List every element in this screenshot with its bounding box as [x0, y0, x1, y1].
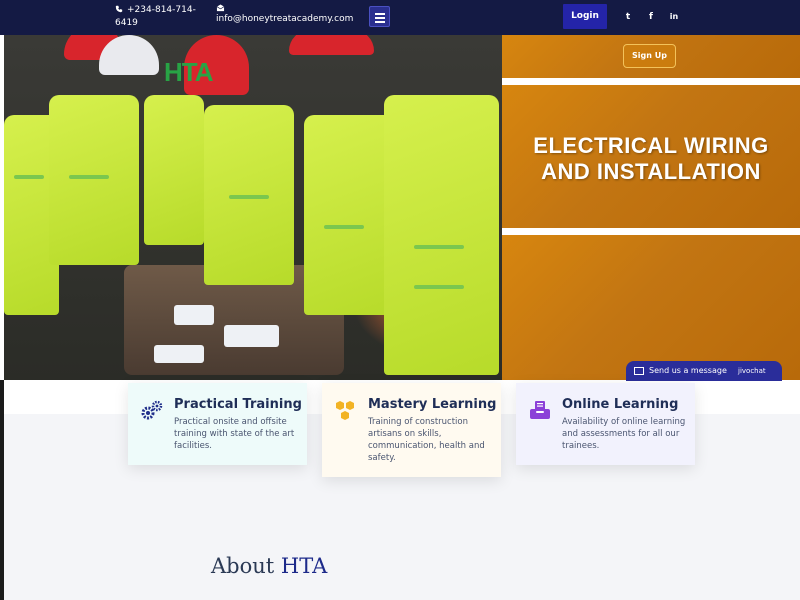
banner-title-line-2: AND INSTALLATION	[541, 159, 761, 184]
red-hard-hat	[289, 35, 374, 55]
worker-vest	[384, 95, 499, 375]
hta-logo: HTA	[164, 57, 214, 87]
gears-icon	[141, 400, 163, 420]
hamburger-icon	[375, 13, 385, 15]
linkedin-icon[interactable]: in	[668, 11, 680, 23]
worker-vest	[144, 95, 204, 245]
hamburger-icon-line	[375, 17, 385, 19]
feature-title: Mastery Learning	[368, 397, 497, 412]
chat-widget[interactable]: Send us a message jivochat	[626, 361, 782, 381]
hero-slider: HTA Sign Up ELECTRICAL WIRING AND INSTAL…	[4, 35, 800, 380]
page-edge	[0, 380, 4, 600]
top-bar: +234-814-714-6419 info@honeytreatacademy…	[0, 0, 800, 35]
banner-panel-middle: ELECTRICAL WIRING AND INSTALLATION	[502, 85, 800, 228]
login-button[interactable]: Login	[563, 4, 607, 29]
phone-contact[interactable]: +234-814-714-6419	[115, 4, 200, 30]
feature-title: Online Learning	[562, 397, 679, 412]
about-accent: HTA	[280, 554, 328, 578]
hamburger-icon-line	[375, 21, 385, 23]
about-prefix: About	[211, 554, 281, 578]
feature-description: Training of construction artisans on ski…	[368, 417, 485, 463]
sign-up-button[interactable]: Sign Up	[623, 44, 676, 68]
banner-panel-top: Sign Up	[502, 35, 800, 78]
phone-icon	[115, 5, 123, 13]
envelope-icon	[216, 4, 225, 12]
banner-panel-bottom	[502, 235, 800, 380]
facebook-icon[interactable]: f	[645, 11, 657, 23]
honeycomb-icon	[336, 401, 354, 420]
feature-description: Practical onsite and offsite training wi…	[174, 417, 295, 451]
feature-title: Practical Training	[174, 397, 302, 412]
menu-toggle-button[interactable]	[369, 6, 390, 27]
about-heading: About HTA	[211, 554, 327, 578]
twitter-icon[interactable]: t	[622, 11, 634, 23]
worker-vest	[204, 105, 294, 285]
worker-vest	[304, 115, 394, 315]
hero-photo: HTA	[4, 35, 502, 380]
switch-board	[174, 305, 214, 325]
email-address: info@honeytreatacademy.com	[216, 14, 354, 24]
worker-vest	[49, 95, 139, 265]
feature-card-mastery-learning: Mastery Learning Training of constructio…	[322, 383, 501, 477]
feature-card-practical-training: Practical Training Practical onsite and …	[128, 383, 307, 465]
breaker-board	[154, 345, 204, 363]
email-contact[interactable]: info@honeytreatacademy.com	[216, 4, 353, 26]
socket-board	[224, 325, 279, 347]
chat-label: Send us a message	[649, 366, 727, 375]
phone-number: +234-814-714-6419	[115, 5, 196, 28]
online-tray-icon	[530, 401, 550, 419]
message-icon	[634, 367, 644, 375]
feature-description: Availability of online learning and asse…	[562, 417, 686, 451]
course-banner: Sign Up ELECTRICAL WIRING AND INSTALLATI…	[502, 35, 800, 380]
feature-card-online-learning: Online Learning Availability of online l…	[516, 383, 695, 465]
banner-title-line-1: ELECTRICAL WIRING	[533, 133, 769, 158]
chat-brand: jivochat	[738, 367, 766, 375]
